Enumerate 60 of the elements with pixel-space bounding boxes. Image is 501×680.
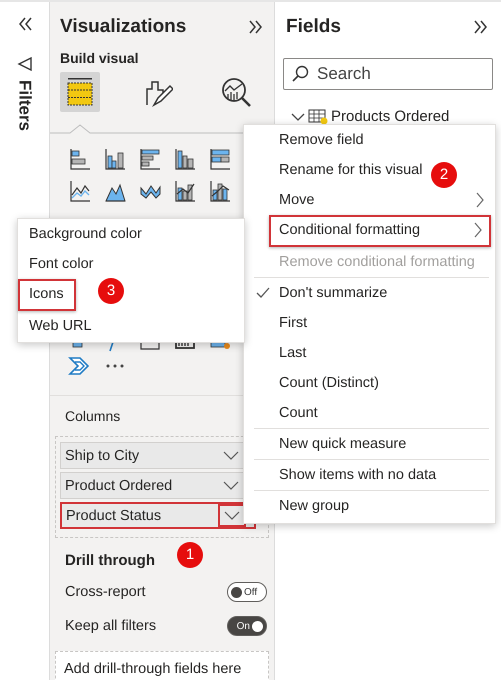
chart-type-icon[interactable] [174, 148, 196, 170]
menu-item[interactable]: Show items with no data [244, 460, 438, 490]
pane-title: Visualizations [60, 16, 186, 38]
menu-item[interactable]: Web URL [18, 311, 244, 341]
expand-icon[interactable] [248, 19, 264, 35]
chart-type-icon[interactable] [68, 148, 90, 170]
menu-item[interactable]: Count (Distinct) [244, 368, 381, 398]
chart-type-icon[interactable] [174, 180, 196, 202]
chevron-down-icon [223, 481, 239, 490]
toggle-switch[interactable]: Off [227, 582, 267, 602]
funnel-icon [16, 56, 32, 72]
toggle-label: Cross-report [65, 584, 146, 600]
chart-type-icon[interactable] [208, 180, 230, 202]
chart-type-icon[interactable] [138, 342, 160, 352]
toggle-label: Keep all filters [65, 618, 156, 634]
field-name: Product Status [66, 508, 162, 524]
chevron-arrows-icon[interactable] [68, 356, 92, 376]
menu-item[interactable]: Remove field [244, 125, 366, 155]
menu-item[interactable]: Font color [18, 249, 244, 279]
chart-type-icon[interactable] [208, 148, 230, 170]
check-icon [256, 287, 270, 299]
more-icon[interactable] [104, 363, 124, 369]
field-name: Ship to City [65, 448, 140, 464]
pane-title: Fields [286, 16, 341, 38]
section-label: Build visual [59, 49, 140, 66]
pane-title[interactable]: Filters [14, 80, 34, 132]
chart-type-icon[interactable] [174, 342, 196, 352]
section-label: Columns [64, 407, 122, 426]
chart-type-icon[interactable] [104, 148, 126, 170]
menu-item[interactable]: First [244, 308, 310, 338]
toggle-switch[interactable]: On [227, 616, 267, 636]
menu-item[interactable]: Move [244, 185, 495, 215]
visual-tab[interactable] [60, 72, 100, 112]
table-name[interactable]: Products Ordered [331, 108, 450, 125]
menu-item[interactable]: Count [244, 398, 320, 428]
field-well[interactable]: Product Ordered [60, 472, 246, 499]
chevron-down-icon [224, 511, 240, 520]
collapse-icon[interactable] [16, 16, 32, 32]
field-well[interactable]: Product Status [60, 502, 256, 529]
menu-item[interactable]: Don't summarize [244, 278, 390, 308]
menu-item[interactable]: Icons [18, 279, 76, 311]
chevron-right-icon [476, 192, 485, 208]
search-field[interactable]: Search [283, 58, 493, 90]
field-name: Product Ordered [65, 478, 172, 494]
magnifier-chart-icon [220, 76, 252, 108]
chart-type-icon[interactable] [138, 148, 160, 170]
chevron-down-icon [223, 451, 239, 460]
field-well[interactable]: Ship to City [60, 442, 246, 469]
section-label: Drill through [65, 552, 155, 569]
drop-zone[interactable]: Add drill-through fields here [55, 651, 269, 680]
menu-item[interactable]: New quick measure [244, 429, 408, 459]
expand-icon[interactable] [473, 19, 489, 35]
search-icon [291, 65, 309, 83]
table-icon [67, 77, 93, 107]
menu-item[interactable]: Conditional formatting [269, 215, 491, 247]
menu-item[interactable]: Background color [18, 219, 244, 249]
chevron-right-icon [474, 222, 483, 238]
chart-type-icon[interactable] [68, 180, 90, 202]
menu-item[interactable]: Rename for this visual [244, 155, 424, 185]
menu-item[interactable]: Last [244, 338, 308, 368]
